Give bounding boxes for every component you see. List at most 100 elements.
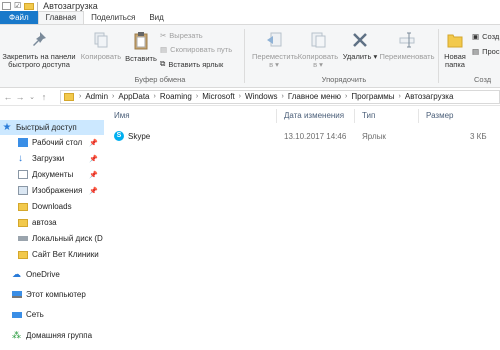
rename-button[interactable]: Переименовать [378,31,436,61]
pin-to-quick-access-button[interactable]: Закрепить на панели быстрого доступа [2,31,76,69]
folder-icon [18,202,28,211]
sidebar-item-network[interactable]: Сеть [0,307,104,322]
copy-icon [94,32,108,48]
recent-dropdown-icon[interactable]: ⌄ [26,93,38,101]
sidebar-item-label: OneDrive [26,270,60,279]
copy-to-icon [311,32,326,48]
crumb-programs[interactable]: Программы [348,92,397,101]
crumb-start-menu[interactable]: Главное меню [285,92,344,101]
column-header-type[interactable]: Тип [362,111,375,120]
drive-icon [18,236,28,241]
homegroup-icon: ⁂ [12,330,21,340]
sidebar-item-desktop[interactable]: Рабочий стол 📌 [0,135,104,150]
sidebar-item-label: автоза [32,218,57,227]
crumb-admin[interactable]: Admin [82,92,111,101]
star-icon: ★ [2,122,12,133]
group-label-clipboard: Буфер обмена [134,75,186,84]
sidebar-item-quick-access[interactable]: ★ Быстрый доступ [0,120,104,135]
file-name: Skype [128,132,151,141]
sidebar-item-onedrive[interactable]: ☁ OneDrive [0,267,104,282]
properties-icon[interactable] [2,2,11,10]
tab-file[interactable]: Файл [0,11,38,24]
folder-icon [64,92,74,101]
copy-path-icon: ▤ [160,45,168,54]
table-row[interactable]: S Skype 13.10.2017 14:46 Ярлык 3 КБ [110,129,496,143]
back-arrow-icon[interactable]: ← [2,92,14,102]
crumb-appdata[interactable]: AppData [115,92,152,101]
sidebar-item-this-pc[interactable]: Этот компьютер [0,287,104,302]
copy-path-button[interactable]: ▤ Скопировать путь [160,45,232,54]
pin-icon [33,32,46,46]
download-arrow-icon: ↓ [18,153,23,164]
new-folder-button[interactable]: Новая папка [440,31,470,69]
paste-label: Вставить [125,54,157,63]
pin-icon[interactable]: 📌 [89,139,98,147]
document-icon [18,170,28,179]
up-arrow-icon[interactable]: ↑ [38,92,50,102]
column-divider[interactable] [354,109,355,123]
skype-icon: S [114,131,124,141]
crumb-microsoft[interactable]: Microsoft [199,92,237,101]
pin-icon[interactable]: 📌 [89,171,98,179]
column-header-date[interactable]: Дата изменения [284,111,344,120]
sidebar-item-label: Сайт Вет Клиники [32,250,99,259]
quick-access-toolbar: ☑ [0,1,39,11]
pin-icon[interactable]: 📌 [89,155,98,163]
sidebar-item-local-disk-d[interactable]: Локальный диск (D [0,231,104,246]
group-label-organize: Упорядочить [321,75,367,84]
crumb-roaming[interactable]: Roaming [157,92,195,101]
pin-label-line2: быстрого доступа [8,60,70,69]
navigation-pane: ★ Быстрый доступ Рабочий стол 📌 ↓ Загруз… [0,106,104,350]
sidebar-item-vet-clinic-site[interactable]: Сайт Вет Клиники [0,247,104,262]
sidebar-item-label: Сеть [26,310,44,319]
sidebar-item-label: Downloads [32,202,72,211]
copy-label: Копировать [80,52,122,61]
sidebar-item-downloads-ru[interactable]: ↓ Загрузки 📌 [0,151,104,166]
copy-to-button[interactable]: Копировать в ▾ [296,31,340,69]
column-divider[interactable] [418,109,419,123]
delete-button[interactable]: Удалить ▾ [342,31,378,61]
tab-share[interactable]: Поделиться [84,12,142,24]
sidebar-item-label: Изображения [32,186,83,195]
column-header-name[interactable]: Имя [114,111,130,120]
easy-access-button[interactable]: ▤ Прос [472,47,500,56]
create-item-button[interactable]: ▣ Созд [472,32,499,41]
pin-icon[interactable]: 📌 [89,187,98,195]
paste-button[interactable]: Вставить [124,31,158,63]
sidebar-item-avtoza[interactable]: автоза [0,215,104,230]
column-header-size[interactable]: Размер [426,111,454,120]
sidebar-item-homegroup[interactable]: ⁂ Домашняя группа [0,328,104,343]
scissors-icon: ✂ [160,31,167,40]
group-separator [438,29,439,83]
sidebar-item-documents[interactable]: Документы 📌 [0,167,104,182]
tab-home[interactable]: Главная [37,11,85,24]
file-list: Имя Дата изменения Тип Размер S Skype 13… [104,106,500,350]
sidebar-item-label: Документы [32,170,74,179]
checkmark-icon[interactable]: ☑ [14,2,21,10]
clipboard-icon [134,32,148,50]
create-item-label: Созд [482,32,500,41]
folder-icon [447,34,463,48]
file-date: 13.10.2017 14:46 [284,132,347,141]
crumb-windows[interactable]: Windows [242,92,280,101]
delete-x-icon [353,33,367,47]
file-size: 3 КБ [470,132,487,141]
sidebar-item-downloads[interactable]: Downloads [0,199,104,214]
copy-path-label: Скопировать путь [170,45,233,54]
crumb-startup[interactable]: Автозагрузка [402,92,457,101]
new-folder-icon[interactable] [24,2,35,10]
sidebar-item-label: Быстрый доступ [16,123,77,132]
copy-button[interactable]: Копировать [78,31,124,61]
desktop-icon [18,138,28,147]
sidebar-item-label: Этот компьютер [26,290,86,299]
column-divider[interactable] [276,109,277,123]
paste-shortcut-button[interactable]: ⧉ Вставить ярлык [160,59,223,69]
move-to-button[interactable]: Переместить в ▾ [252,31,298,69]
folder-icon [18,250,28,259]
forward-arrow-icon[interactable]: → [14,92,26,102]
sidebar-item-pictures[interactable]: Изображения 📌 [0,183,104,198]
tab-view[interactable]: Вид [142,12,170,24]
address-path[interactable]: › Admin › AppData › Roaming › Microsoft … [60,89,500,104]
new-folder-label-line2: папка [445,60,465,69]
cut-button[interactable]: ✂ Вырезать [160,31,203,40]
